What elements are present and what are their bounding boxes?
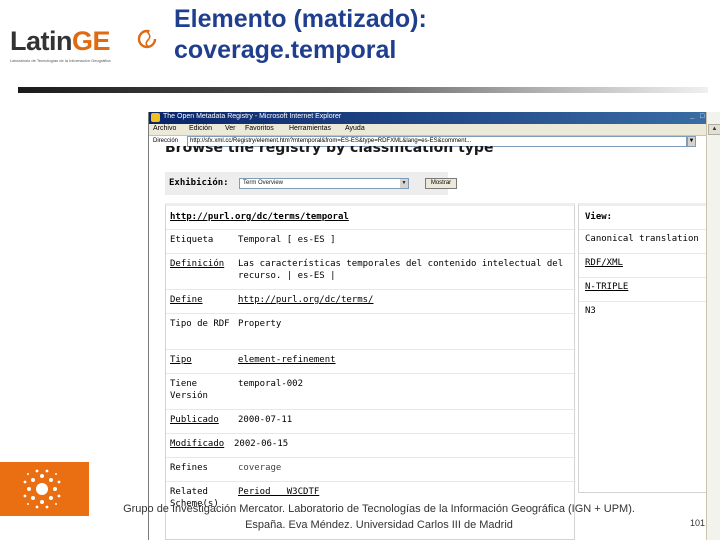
view-divider xyxy=(579,253,707,254)
logo-wordmark-part1: Latin xyxy=(10,26,73,56)
row-key: Etiqueta xyxy=(170,235,214,245)
vertical-scrollbar[interactable]: ▲ xyxy=(706,112,720,540)
slide-title: Elemento (matizado): coverage.temporal xyxy=(174,4,427,66)
menu-file[interactable]: Archivo xyxy=(153,125,176,132)
view-link-rdfxml[interactable]: RDF/XML xyxy=(585,257,623,269)
view-panel: View: Canonical translation RDF/XML N-TR… xyxy=(578,203,708,493)
sun-logo-icon xyxy=(23,469,61,509)
row-key-link[interactable]: Publicado xyxy=(170,414,219,426)
row-key-link[interactable]: Define xyxy=(170,294,203,306)
address-label: Dirección xyxy=(153,138,179,144)
footer-line1: Grupo de Investigación Mercator. Laborat… xyxy=(123,503,635,515)
address-dropdown-icon[interactable]: ▼ xyxy=(687,136,696,147)
logo-tagline: Laboratorio de Tecnologías de la Informa… xyxy=(10,58,111,63)
view-header: View: xyxy=(585,212,613,222)
row-value: Temporal [ es-ES ] xyxy=(238,235,336,245)
menu-edit[interactable]: Edición xyxy=(189,125,212,132)
latingeo-logo: LatinGE Laboratorio de Tecnologías de la… xyxy=(8,22,158,66)
view-link-canonical[interactable]: Canonical translation xyxy=(585,233,699,245)
page-heading: Browse the registry by classification ty… xyxy=(165,146,493,155)
table-row: Tipo element-refinement xyxy=(166,349,576,373)
menu-favorites[interactable]: Favoritos xyxy=(245,125,274,132)
chevron-down-icon: ▼ xyxy=(400,179,408,188)
row-key-link[interactable]: Definición xyxy=(170,258,224,270)
row-value: Las características temporales del conte… xyxy=(238,259,564,281)
page-number: 101 xyxy=(690,518,706,528)
row-value-link[interactable]: http://purl.org/dc/terms/ xyxy=(238,294,568,306)
menu-tools[interactable]: Herramientas xyxy=(289,125,331,132)
menu-view[interactable]: Ver xyxy=(225,125,236,132)
display-submit-button[interactable]: Mostrar xyxy=(425,178,457,189)
slide-footer: Grupo de Investigación Mercator. Laborat… xyxy=(94,501,664,533)
row-value: coverage xyxy=(238,463,282,473)
header-divider xyxy=(18,87,708,93)
browser-titlebar: The Open Metadata Registry - Microsoft I… xyxy=(149,112,720,124)
browser-menubar: Archivo Edición Ver Favoritos Herramient… xyxy=(149,124,720,136)
row-value: Property xyxy=(238,319,282,329)
row-key-link[interactable]: Tipo xyxy=(170,354,192,366)
display-selector: Exhibición: Term Overview ▼ Mostrar xyxy=(165,172,457,195)
term-table: http://purl.org/dc/terms/temporal Etique… xyxy=(165,203,576,540)
table-row: Definición Las características temporale… xyxy=(166,253,576,289)
ie-logo-icon xyxy=(151,113,160,122)
table-row: Modificado 2002-06-15 xyxy=(166,433,576,457)
row-key: Tipo de RDF xyxy=(170,319,230,329)
row-value: temporal-002 xyxy=(238,379,304,389)
table-row: Tiene Versión temporal-002 xyxy=(166,373,576,409)
browser-screenshot: The Open Metadata Registry - Microsoft I… xyxy=(148,112,720,540)
table-row: Publicado 2000-07-11 xyxy=(166,409,576,433)
view-divider xyxy=(579,301,707,302)
display-select[interactable]: Term Overview ▼ xyxy=(239,178,409,189)
display-label: Exhibición: xyxy=(169,178,229,188)
display-selected-value: Term Overview xyxy=(243,180,284,186)
view-divider xyxy=(579,277,707,278)
row-value-link[interactable]: element-refinement xyxy=(238,354,568,366)
table-row: Tipo de RDF Property xyxy=(166,313,576,349)
sun-logo xyxy=(0,462,89,516)
table-row: Refines coverage xyxy=(166,457,576,481)
view-link-ntriple[interactable]: N-TRIPLE xyxy=(585,281,628,293)
row-key: Refines xyxy=(170,463,208,473)
logo-wordmark-part2: GE xyxy=(72,26,111,56)
row-value: 2002-06-15 xyxy=(234,439,289,449)
page-heading-text: Browse the registry by classification ty… xyxy=(165,146,494,155)
scroll-up-icon[interactable]: ▲ xyxy=(708,124,720,135)
footer-line2: España. Eva Méndez. Universidad Carlos I… xyxy=(245,519,513,531)
view-link-n3[interactable]: N3 xyxy=(585,305,596,317)
browser-window-title: The Open Metadata Registry - Microsoft I… xyxy=(163,113,342,120)
row-value-link[interactable]: Period W3CDTF xyxy=(238,486,568,498)
menu-help[interactable]: Ayuda xyxy=(345,125,365,132)
term-uri-link[interactable]: http://purl.org/dc/terms/temporal xyxy=(170,211,349,223)
table-row: Define http://purl.org/dc/terms/ xyxy=(166,289,576,313)
swirl-logo-icon xyxy=(137,29,157,49)
view-divider xyxy=(579,229,707,230)
row-key-link[interactable]: Modificado xyxy=(170,438,224,450)
slide-title-line2: coverage.temporal xyxy=(174,36,397,64)
slide-title-line1: Elemento (matizado): xyxy=(174,5,427,33)
row-key: Tiene Versión xyxy=(170,379,208,401)
table-row: Etiqueta Temporal [ es-ES ] xyxy=(166,229,576,253)
row-value: 2000-07-11 xyxy=(238,415,293,425)
logo-wordmark: LatinGE xyxy=(10,26,111,57)
